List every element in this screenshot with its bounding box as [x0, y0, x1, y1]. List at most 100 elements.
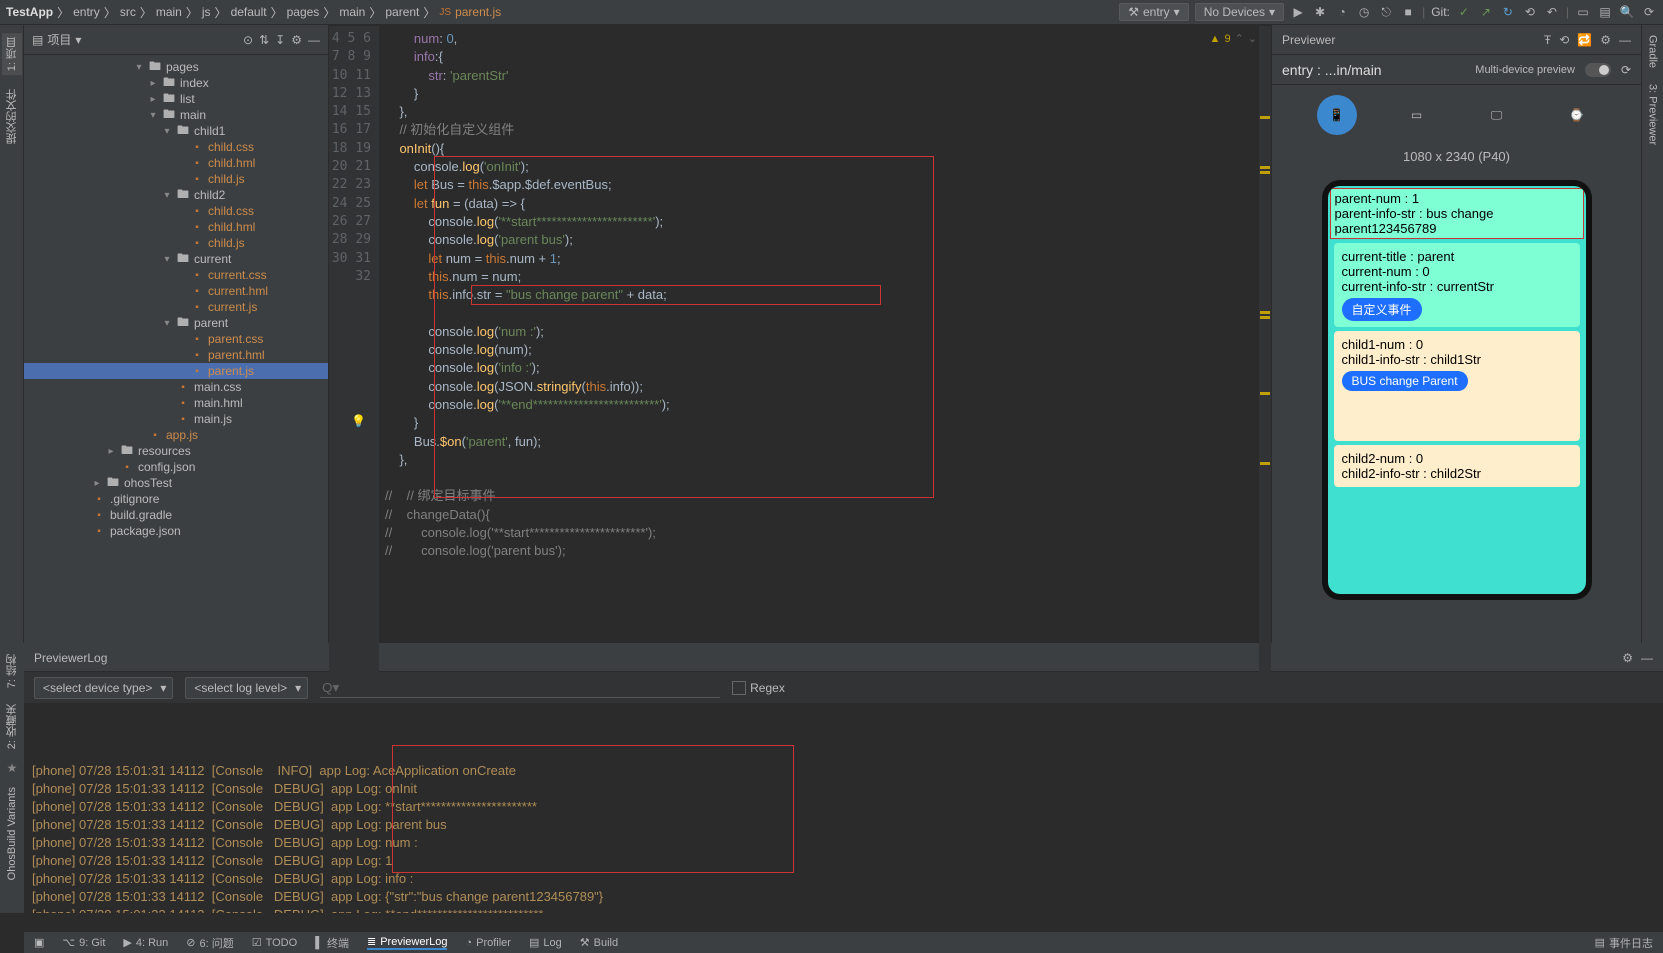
- tree-item-ohosTest[interactable]: ▸🖿ohosTest: [24, 475, 328, 491]
- crumb-entry[interactable]: entry: [73, 5, 100, 19]
- code-editor[interactable]: num: 0, info:{ str: 'parentStr' } }, // …: [379, 26, 1271, 674]
- tree-item-parent[interactable]: ▾🖿parent: [24, 315, 328, 331]
- sb-git[interactable]: ⌥9: Git: [62, 936, 105, 949]
- tree-item-parent-hml[interactable]: ▪parent.hml: [24, 347, 328, 363]
- debug-icon[interactable]: ✱: [1312, 4, 1328, 20]
- profile-icon[interactable]: ◷: [1356, 4, 1372, 20]
- sb-problems[interactable]: ⊘6: 问题: [186, 935, 233, 951]
- hide-icon[interactable]: —: [1619, 33, 1631, 47]
- device-type-select[interactable]: <select device type>: [34, 677, 173, 699]
- log-body[interactable]: [phone] 07/28 15:01:31 14112 [Console IN…: [24, 704, 1663, 913]
- tree-item-main-css[interactable]: ▪main.css: [24, 379, 328, 395]
- refresh-icon[interactable]: ⟳: [1621, 63, 1631, 77]
- collapse-icon[interactable]: ↧: [275, 33, 285, 47]
- tree-item-config-json[interactable]: ▪config.json: [24, 459, 328, 475]
- crumb-file[interactable]: JS parent.js: [439, 5, 501, 19]
- sb-profiler[interactable]: ◔Profiler: [465, 937, 511, 949]
- previewer-tab-right[interactable]: 3: Previewer: [1645, 80, 1661, 149]
- tree-item-current[interactable]: ▾🖿current: [24, 251, 328, 267]
- select-opened-icon[interactable]: ⊙: [243, 33, 253, 47]
- variants-tab[interactable]: OhosBuild Variants: [4, 783, 20, 884]
- star-icon[interactable]: ★: [7, 761, 18, 775]
- layout-icon[interactable]: ▤: [1597, 4, 1613, 20]
- git-commit-icon[interactable]: ✓: [1456, 4, 1472, 20]
- crumb-TestApp[interactable]: TestApp: [6, 5, 53, 19]
- hide-icon[interactable]: —: [1641, 651, 1653, 665]
- git-push-icon[interactable]: ↗: [1478, 4, 1494, 20]
- crumb-pages[interactable]: pages: [287, 5, 320, 19]
- wrap-icon[interactable]: ▭: [1575, 4, 1591, 20]
- tree-item-main-hml[interactable]: ▪main.hml: [24, 395, 328, 411]
- stop-icon[interactable]: ■: [1400, 4, 1416, 20]
- bus-change-parent-button[interactable]: BUS change Parent: [1342, 371, 1468, 391]
- sb-previewerlog[interactable]: ≣PreviewerLog: [367, 935, 447, 950]
- multi-device-toggle[interactable]: [1585, 63, 1611, 77]
- sb-todo[interactable]: ☑TODO: [252, 936, 297, 949]
- watch-device-icon[interactable]: ⌚: [1557, 95, 1597, 135]
- run-icon[interactable]: ▶: [1290, 4, 1306, 20]
- commit-tab[interactable]: 提交的文件: [2, 85, 22, 148]
- git-history-icon[interactable]: ⟲: [1522, 4, 1538, 20]
- refresh-icon[interactable]: 🔁: [1577, 33, 1592, 47]
- run-config-dropdown[interactable]: ⚒ entry ▾: [1119, 3, 1188, 21]
- git-update-icon[interactable]: ↻: [1500, 4, 1516, 20]
- sb-build[interactable]: ⚒Build: [580, 936, 618, 949]
- tree-item-list[interactable]: ▸🖿list: [24, 91, 328, 107]
- sync-icon[interactable]: ⟳: [1641, 4, 1657, 20]
- expand-icon[interactable]: ⇅: [259, 33, 269, 47]
- crumb-main[interactable]: main: [156, 5, 182, 19]
- crumb-main[interactable]: main: [339, 5, 365, 19]
- search-icon[interactable]: 🔍: [1619, 4, 1635, 20]
- tree-item-main-js[interactable]: ▪main.js: [24, 411, 328, 427]
- tree-item-build-gradle[interactable]: ▪build.gradle: [24, 507, 328, 523]
- crumb-js[interactable]: js: [202, 5, 211, 19]
- bulb-icon[interactable]: 💡: [351, 414, 366, 428]
- down-icon[interactable]: ⌄: [1248, 30, 1257, 48]
- tree-item--gitignore[interactable]: ▪.gitignore: [24, 491, 328, 507]
- custom-event-button[interactable]: 自定义事件: [1342, 298, 1422, 321]
- attach-icon[interactable]: ⎋: [1378, 4, 1394, 20]
- project-tree[interactable]: ▾🖿pages▸🖿index▸🖿list▾🖿main▾🖿child1▪child…: [24, 55, 328, 643]
- phone-device-icon[interactable]: 📱: [1317, 95, 1357, 135]
- sb-run[interactable]: ▶4: Run: [123, 936, 168, 949]
- log-search-input[interactable]: [320, 678, 720, 698]
- regex-checkbox[interactable]: Regex: [732, 681, 785, 695]
- sb-events[interactable]: ▤事件日志: [1595, 935, 1653, 951]
- tablet-device-icon[interactable]: ▭: [1397, 95, 1437, 135]
- gear-icon[interactable]: ⚙: [291, 33, 302, 47]
- gear-icon[interactable]: ⚙: [1600, 33, 1611, 47]
- sb-terminal[interactable]: ▌终端: [315, 935, 349, 951]
- rotate-icon[interactable]: ⟲: [1559, 33, 1569, 47]
- up-icon[interactable]: ⌃: [1235, 30, 1244, 48]
- devices-dropdown[interactable]: No Devices ▾: [1195, 3, 1284, 21]
- log-level-select[interactable]: <select log level>: [185, 677, 308, 699]
- text-tool-icon[interactable]: Ŧ: [1544, 33, 1551, 47]
- tool-window-icon[interactable]: ▣: [34, 936, 44, 949]
- tree-item-resources[interactable]: ▸🖿resources: [24, 443, 328, 459]
- chevron-down-icon[interactable]: ▾: [75, 33, 81, 47]
- project-tab[interactable]: 1: 项目: [2, 33, 22, 75]
- tree-item-child-hml[interactable]: ▪child.hml: [24, 155, 328, 171]
- hide-icon[interactable]: —: [308, 33, 320, 47]
- favorites-tab[interactable]: 2: 收藏夹: [2, 700, 22, 753]
- tree-item-child1[interactable]: ▾🖿child1: [24, 123, 328, 139]
- tree-item-parent-js[interactable]: ▪parent.js: [24, 363, 328, 379]
- warning-badge[interactable]: ▲ 9 ⌃ ⌄: [1210, 30, 1257, 48]
- tree-item-child2[interactable]: ▾🖿child2: [24, 187, 328, 203]
- tree-item-pages[interactable]: ▾🖿pages: [24, 59, 328, 75]
- git-revert-icon[interactable]: ↶: [1544, 4, 1560, 20]
- tree-item-app-js[interactable]: ▪app.js: [24, 427, 328, 443]
- sb-log[interactable]: ▤Log: [529, 936, 562, 949]
- gear-icon[interactable]: ⚙: [1622, 651, 1633, 665]
- coverage-icon[interactable]: ◔: [1334, 4, 1350, 20]
- structure-tab[interactable]: 7: 结构: [2, 650, 22, 692]
- crumb-parent[interactable]: parent: [385, 5, 419, 19]
- tv-device-icon[interactable]: 🖵: [1477, 95, 1517, 135]
- tree-item-package-json[interactable]: ▪package.json: [24, 523, 328, 539]
- crumb-src[interactable]: src: [120, 5, 136, 19]
- tree-item-child-hml[interactable]: ▪child.hml: [24, 219, 328, 235]
- tree-item-current-hml[interactable]: ▪current.hml: [24, 283, 328, 299]
- crumb-default[interactable]: default: [231, 5, 267, 19]
- gradle-tab[interactable]: Gradle: [1645, 31, 1661, 72]
- tree-item-index[interactable]: ▸🖿index: [24, 75, 328, 91]
